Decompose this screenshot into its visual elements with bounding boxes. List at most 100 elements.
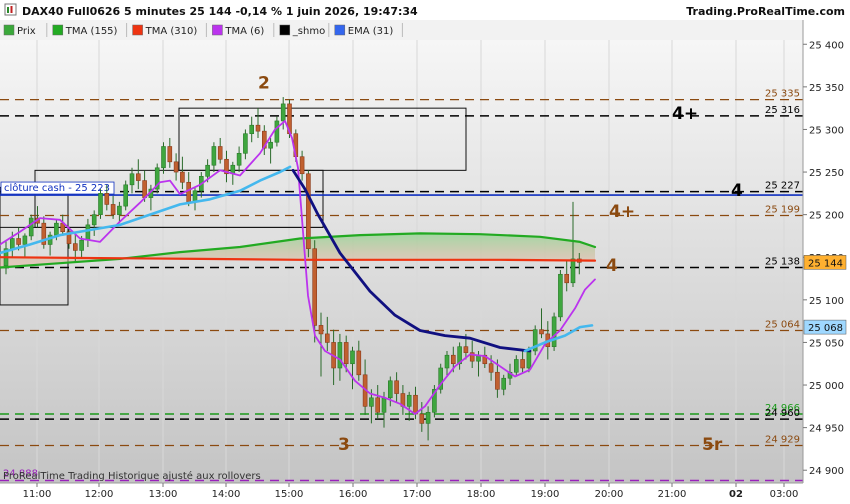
candle-body: [117, 205, 122, 215]
legend-label: _shmo: [292, 26, 325, 37]
candle-body: [54, 222, 59, 236]
candle-body: [91, 214, 97, 226]
candle-body: [350, 350, 355, 365]
time-tick-label: 14:00: [212, 489, 241, 500]
wave-label: 3: [338, 435, 350, 455]
wave-label: 5r: [702, 435, 723, 455]
header-icon[interactable]: [4, 3, 17, 16]
time-tick-label: 11:00: [23, 489, 52, 500]
legend-swatch: [132, 24, 143, 36]
candle-body: [419, 413, 425, 424]
candle-body: [22, 235, 28, 245]
candle-body: [280, 103, 286, 122]
candle-body: [539, 329, 544, 335]
candle-body: [425, 411, 431, 424]
time-tick-label: 17:00: [403, 489, 432, 500]
level-label: 25 227: [765, 181, 800, 192]
candle-body: [28, 217, 34, 237]
candle-body: [16, 238, 21, 245]
candle-body: [501, 377, 507, 390]
legend-label: Prix: [17, 26, 36, 37]
candle-body: [236, 153, 242, 166]
wave-label: 4+: [672, 104, 698, 124]
candle-body: [136, 173, 141, 181]
candle-body: [123, 184, 128, 207]
candle-body: [299, 156, 305, 175]
price-tick-label: 25 350: [809, 83, 844, 94]
candle-body: [268, 141, 273, 149]
level-label: 25 064: [765, 320, 800, 331]
candle-body: [73, 243, 78, 251]
candle-body: [255, 124, 261, 132]
candle-body: [249, 124, 254, 135]
candle-body: [520, 359, 525, 369]
wave-label: 2: [258, 74, 270, 94]
price-tick-label: 25 050: [809, 338, 844, 349]
wave-label: 4: [606, 256, 618, 276]
price-tick-label: 25 000: [809, 381, 844, 392]
candle-body: [381, 397, 387, 413]
candle-body: [10, 238, 15, 250]
candle-body: [337, 342, 343, 369]
candle-body: [318, 325, 324, 335]
level-label: 25 335: [765, 89, 800, 100]
price-tick-label: 24 900: [809, 466, 844, 477]
level-label: 25 199: [765, 204, 800, 215]
candle-body: [85, 224, 91, 241]
legend-label: TMA (6): [224, 26, 264, 37]
price-badge-label: 25 144: [808, 258, 843, 269]
candle-body: [570, 258, 576, 284]
brand-label: Trading.ProRealTime.com: [686, 5, 845, 18]
candle-body: [387, 380, 393, 399]
time-tick-label: 03:00: [770, 489, 799, 500]
time-tick-label: 19:00: [531, 489, 560, 500]
candle-body: [526, 350, 532, 369]
candle-body: [205, 164, 210, 177]
time-tick-label: 12:00: [85, 489, 114, 500]
candle-body: [129, 173, 135, 186]
time-tick-label: 20:00: [595, 489, 624, 500]
candle-body: [564, 273, 570, 284]
candle-body: [324, 333, 330, 343]
candle-body: [343, 342, 349, 365]
candle-body: [551, 316, 557, 347]
candle-body: [167, 146, 173, 163]
legend-swatch: [212, 24, 223, 36]
candle-body: [104, 193, 110, 205]
time-tick-label: 02: [729, 489, 743, 500]
legend-label: TMA (155): [65, 26, 118, 37]
level-label: 25 316: [765, 105, 800, 116]
wave-label: 4: [731, 181, 743, 201]
candle-body: [413, 394, 418, 415]
candle-body: [394, 380, 399, 394]
candle-body: [98, 193, 103, 215]
candle-body: [558, 273, 563, 318]
candle-body: [369, 397, 374, 407]
legend-swatch: [279, 24, 291, 36]
chart-window: DAX40 Full0626 5 minutes 25 144 -0,14 % …: [0, 0, 850, 500]
wave-label: 4+: [609, 202, 635, 222]
candle-body: [356, 350, 362, 376]
candle-body: [274, 120, 280, 143]
candle-body: [375, 397, 381, 413]
price-tick-label: 25 200: [809, 211, 844, 222]
legend-swatch: [52, 24, 64, 36]
candle-body: [192, 190, 198, 203]
footer-note: ProRealTime Trading Historique ajusté au…: [3, 470, 261, 482]
candle-body: [186, 181, 191, 203]
candle-body: [488, 363, 494, 373]
price-tick-label: 25 250: [809, 168, 844, 179]
candle-body: [110, 204, 116, 215]
candle-body: [79, 239, 84, 251]
price-tick-label: 25 400: [809, 40, 844, 51]
time-tick-label: 16:00: [339, 489, 368, 500]
level-label: 24 929: [765, 435, 800, 446]
legend-label: TMA (310): [145, 26, 198, 37]
price-chart[interactable]: DAX40 Full0626 5 minutes 25 144 -0,14 % …: [0, 0, 850, 500]
candle-body: [444, 354, 450, 369]
legend-label: EMA (31): [348, 26, 394, 37]
candle-body: [463, 346, 469, 353]
legend-bar: [0, 20, 803, 40]
level-label: 25 138: [765, 256, 800, 267]
chart-title: DAX40 Full0626 5 minutes 25 144 -0,14 % …: [22, 5, 418, 18]
